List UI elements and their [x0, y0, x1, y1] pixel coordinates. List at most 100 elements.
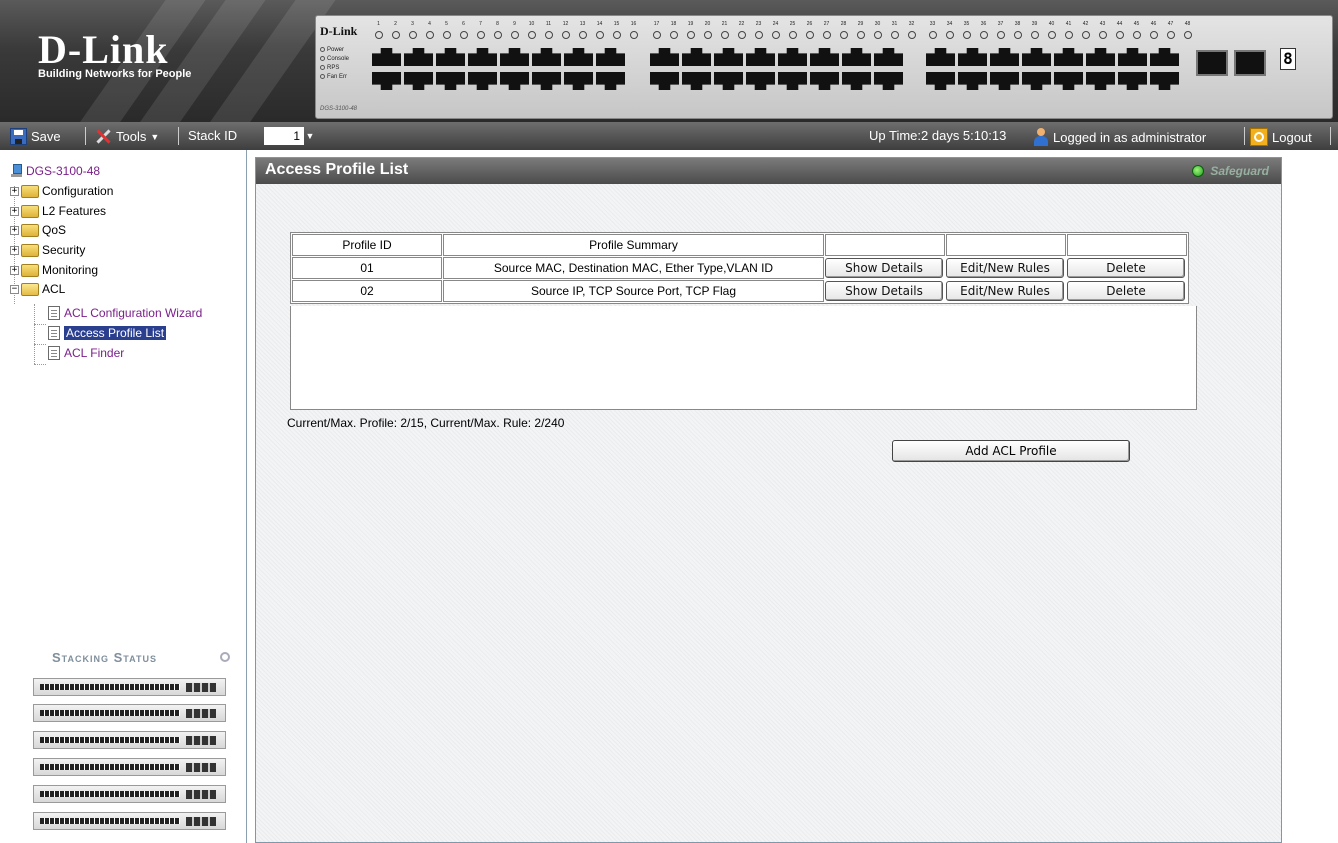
stack-unit[interactable] [33, 678, 226, 696]
tree-item-configuration[interactable]: + Configuration [10, 182, 113, 200]
port-led-icon [506, 28, 523, 42]
tree-item-label: ACL Finder [64, 346, 125, 360]
tree-item-acl-finder[interactable]: ACL Finder [48, 344, 124, 362]
port-led-icon [975, 28, 992, 42]
port-led-icon [557, 28, 574, 42]
delete-button[interactable]: Delete [1067, 258, 1185, 278]
logo-tagline: Building Networks for People [38, 68, 192, 80]
stack-id-value: 1 [264, 127, 304, 145]
column-header-profile-id: Profile ID [292, 234, 442, 256]
port-number-label: 18 [670, 21, 677, 27]
delete-button[interactable]: Delete [1067, 281, 1185, 301]
uptime-text: Up Time:2 days 5:10:13 [869, 128, 1007, 143]
tools-label: Tools [116, 129, 147, 144]
tree-item-label: ACL Configuration Wizard [64, 306, 203, 320]
tools-menu-button[interactable]: Tools ▼ [95, 128, 159, 145]
logged-in-text: Logged in as administrator [1053, 129, 1207, 145]
port-number-label: 25 [789, 21, 796, 27]
chevron-down-icon: ▼ [305, 131, 315, 141]
user-icon [1033, 128, 1049, 146]
switch-brand: D-Link [320, 24, 358, 38]
tree-item-label: Security [42, 243, 86, 257]
stacking-status-title: Stacking Status [52, 650, 157, 665]
edit-new-rules-button[interactable]: Edit/New Rules [946, 281, 1064, 301]
main-panel: Access Profile List Safeguard Profile ID… [255, 157, 1282, 843]
stack-unit[interactable] [33, 731, 226, 749]
tree-item-monitoring[interactable]: + Monitoring [10, 261, 98, 279]
save-button[interactable]: Save [10, 128, 61, 145]
port-number-label: 14 [596, 21, 603, 27]
expand-plus-icon[interactable]: + [10, 186, 19, 196]
dlink-logo: D-Link Building Networks for People [38, 27, 192, 81]
logged-in-status: Logged in as administrator [1033, 128, 1206, 146]
column-header-blank [946, 234, 1066, 256]
expand-plus-icon[interactable]: + [10, 245, 19, 255]
port-number-label: 46 [1150, 21, 1157, 27]
port-led-icon [992, 28, 1009, 42]
port-number-label: 43 [1099, 21, 1106, 27]
switch-icon [10, 164, 22, 178]
tree-item-access-profile-list[interactable]: Access Profile List [48, 324, 167, 342]
tree-item-acl[interactable]: − ACL [10, 280, 65, 298]
tree-item-label: ACL [42, 282, 66, 296]
sfp-port [1196, 50, 1228, 76]
floppy-disk-icon [10, 128, 27, 145]
folder-icon [21, 263, 39, 277]
status-leds: Power Console RPS Fan Err [320, 46, 349, 82]
port-number-label: 1 [377, 21, 380, 27]
document-icon [48, 326, 60, 340]
expand-plus-icon[interactable]: + [10, 225, 19, 235]
port-number-label: 7 [479, 21, 482, 27]
show-details-button[interactable]: Show Details [825, 258, 943, 278]
port-number-label: 11 [545, 21, 552, 27]
collapse-minus-icon[interactable]: − [10, 284, 19, 294]
port-led-icon [574, 28, 591, 42]
expand-plus-icon[interactable]: + [10, 265, 19, 275]
led-label: Power [327, 47, 345, 53]
port-led-icon [1179, 28, 1196, 42]
gear-icon[interactable] [220, 652, 230, 662]
port-number-label: 48 [1184, 21, 1191, 27]
port-number-label: 26 [806, 21, 813, 27]
tree-root-device[interactable]: DGS-3100-48 [10, 162, 100, 180]
tree-item-security[interactable]: + Security [10, 241, 85, 259]
port-number-label: 22 [738, 21, 745, 27]
port-led-icon [941, 28, 958, 42]
logo-text: D-Link [38, 27, 169, 72]
key-icon [1250, 128, 1268, 146]
safeguard-indicator: Safeguard [1192, 164, 1269, 178]
add-acl-profile-button[interactable]: Add ACL Profile [892, 440, 1130, 462]
document-icon [48, 346, 60, 360]
port-number-label: 16 [630, 21, 637, 27]
port-led-icon [438, 28, 455, 42]
port-number-label: 44 [1116, 21, 1123, 27]
column-header-profile-summary: Profile Summary [443, 234, 824, 256]
tree-item-qos[interactable]: + QoS [10, 221, 66, 239]
logout-label: Logout [1272, 129, 1312, 145]
port-number-label: 8 [496, 21, 499, 27]
logout-button[interactable]: Logout [1250, 128, 1312, 146]
tree-item-acl-configuration-wizard[interactable]: ACL Configuration Wizard [48, 304, 202, 322]
tree-item-l2-features[interactable]: + L2 Features [10, 202, 106, 220]
edit-new-rules-button[interactable]: Edit/New Rules [946, 258, 1064, 278]
port-number-label: 42 [1082, 21, 1089, 27]
port-led-icon [1162, 28, 1179, 42]
table-row: 01 Source MAC, Destination MAC, Ether Ty… [292, 257, 1187, 279]
led-label: Fan Err [327, 74, 348, 80]
switch-model: DGS-3100-48 [320, 106, 358, 112]
show-details-button[interactable]: Show Details [825, 281, 943, 301]
profile-id-cell: 02 [292, 280, 442, 302]
folder-icon [21, 204, 39, 218]
stack-unit[interactable] [33, 704, 226, 722]
chevron-down-icon: ▼ [150, 131, 160, 142]
port-led-icon [1145, 28, 1162, 42]
port-led-icon [750, 28, 767, 42]
expand-plus-icon[interactable]: + [10, 206, 19, 216]
port-led-icon [523, 28, 540, 42]
stack-unit[interactable] [33, 785, 226, 803]
port-led-icon [455, 28, 472, 42]
stack-unit[interactable] [33, 758, 226, 776]
stack-unit[interactable] [33, 812, 226, 830]
port-number-label: 15 [613, 21, 620, 27]
stack-id-select[interactable]: 1 ▼ [264, 127, 316, 145]
